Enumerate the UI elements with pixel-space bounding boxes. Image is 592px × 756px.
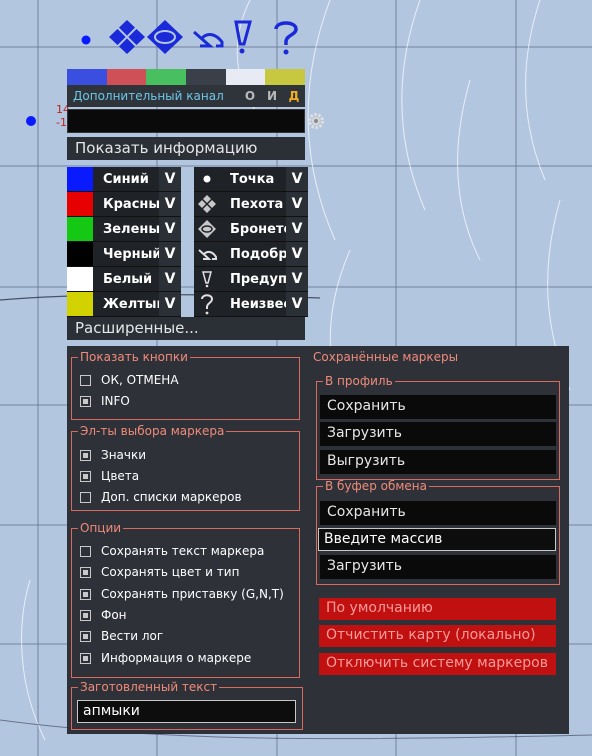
checkbox-colors[interactable]: Цвета: [80, 469, 139, 483]
list-item[interactable]: ЗеленыйV: [67, 217, 181, 242]
color-swatch-yellow[interactable]: [265, 69, 306, 85]
gear-icon[interactable]: [306, 111, 326, 131]
checkbox[interactable]: [80, 588, 91, 600]
checkbox-save-color-type[interactable]: Сохранять цвет и тип: [80, 565, 239, 579]
checkbox[interactable]: [80, 395, 91, 407]
checkbox-extra-lists[interactable]: Доп. списки маркеров: [80, 490, 242, 504]
checkbox[interactable]: [80, 545, 91, 557]
list-item[interactable]: ПодобратьV: [194, 242, 308, 267]
color-swatch-green[interactable]: [146, 69, 187, 85]
channel-button-d[interactable]: Д: [283, 89, 305, 103]
warning-icon: [194, 267, 220, 291]
checkbox[interactable]: [80, 566, 91, 578]
check-mark[interactable]: V: [159, 192, 181, 216]
checkbox-ok-cancel[interactable]: ОК, ОТМЕНА: [80, 373, 179, 387]
list-item[interactable]: Черный V: [67, 242, 181, 267]
list-item[interactable]: НеизвестноV: [194, 292, 308, 317]
advanced-button[interactable]: Расширенные...: [67, 317, 305, 340]
disable-markers-button[interactable]: Отключить систему маркеров: [319, 653, 556, 675]
color-list: СинийV КрасныйV ЗеленыйV ЧерныйV БелыйV …: [67, 167, 181, 317]
clipboard-array-input[interactable]: Введите массив: [318, 528, 556, 551]
checkbox[interactable]: [80, 470, 91, 482]
check-mark[interactable]: V: [159, 242, 181, 266]
marker-type-list: ТочкаV ПехотаV БронетехникаV ПодобратьV …: [194, 167, 308, 317]
checkbox[interactable]: [80, 491, 91, 503]
color-strip[interactable]: [67, 69, 306, 85]
profile-unload-button[interactable]: Выгрузить: [320, 450, 556, 474]
checkbox-background[interactable]: Фон: [80, 608, 127, 622]
list-item[interactable]: Белый V: [67, 267, 181, 292]
list-item[interactable]: КрасныйV: [67, 192, 181, 217]
check-mark[interactable]: V: [159, 217, 181, 241]
checkbox[interactable]: [80, 630, 91, 642]
clipboard-load-button[interactable]: Загрузить: [320, 555, 556, 579]
checkbox[interactable]: [80, 449, 91, 461]
color-swatch: [67, 217, 93, 241]
advanced-panel: Показать кнопки ОК, ОТМЕНА INFO Эл-ты вы…: [67, 346, 569, 734]
unknown-icon: [194, 292, 220, 316]
armor-icon: [194, 217, 220, 241]
channel-button-o[interactable]: О: [239, 89, 261, 103]
armor-icon[interactable]: [145, 18, 185, 56]
color-swatch: [67, 292, 93, 316]
profile-save-button[interactable]: Сохранить: [320, 395, 556, 419]
list-item[interactable]: ЖелтыйV: [67, 292, 181, 317]
profile-load-button[interactable]: Загрузить: [320, 422, 556, 446]
pickup-icon: [194, 242, 220, 266]
checkbox-info[interactable]: INFO: [80, 394, 130, 408]
checkbox-log[interactable]: Вести лог: [80, 629, 163, 643]
check-mark[interactable]: V: [286, 292, 308, 316]
check-mark[interactable]: V: [286, 267, 308, 291]
unknown-icon[interactable]: [268, 18, 304, 56]
checkbox-marker-info[interactable]: Информация о маркере: [80, 651, 251, 665]
check-mark[interactable]: V: [159, 267, 181, 291]
list-item[interactable]: Точка V: [194, 167, 308, 192]
color-swatch: [67, 267, 93, 291]
check-mark[interactable]: V: [286, 242, 308, 266]
list-item[interactable]: Пехота V: [194, 192, 308, 217]
check-mark[interactable]: V: [159, 167, 181, 191]
checkbox[interactable]: [80, 652, 91, 664]
checkbox[interactable]: [80, 609, 91, 621]
checkbox-save-prefix[interactable]: Сохранять приставку (G,N,T): [80, 587, 284, 601]
infantry-icon: [194, 192, 220, 216]
clipboard-save-button[interactable]: Сохранить: [320, 501, 556, 525]
checkbox-save-text[interactable]: Сохранять текст маркера: [80, 544, 264, 558]
warning-icon[interactable]: [228, 18, 258, 56]
check-mark[interactable]: V: [286, 192, 308, 216]
map-marker-dot[interactable]: [26, 116, 36, 126]
check-mark[interactable]: V: [286, 167, 308, 191]
infantry-icon[interactable]: [107, 18, 147, 56]
checkbox-icons[interactable]: Значки: [80, 448, 146, 462]
channel-bar: Дополнительный канал О И Д: [67, 85, 305, 107]
color-swatch-red[interactable]: [106, 69, 147, 85]
clear-map-button[interactable]: Отчистить карту (локально): [319, 625, 556, 647]
channel-button-i[interactable]: И: [261, 89, 283, 103]
color-swatch: [67, 242, 93, 266]
color-swatch: [67, 167, 93, 191]
pickup-icon[interactable]: [186, 18, 226, 56]
dot-icon: [194, 167, 220, 191]
channel-label: Дополнительный канал: [73, 89, 224, 103]
list-item[interactable]: БронетехникаV: [194, 217, 308, 242]
checkbox[interactable]: [80, 374, 91, 386]
list-item[interactable]: ПредупреждениеV: [194, 267, 308, 292]
marker-text-input[interactable]: [67, 109, 305, 133]
color-swatch-black[interactable]: [186, 69, 226, 85]
color-swatch-blue[interactable]: [67, 69, 107, 85]
default-button[interactable]: По умолчанию: [319, 598, 556, 620]
color-swatch-white[interactable]: [225, 69, 266, 85]
color-swatch: [67, 192, 93, 216]
check-mark[interactable]: V: [159, 292, 181, 316]
list-item[interactable]: Синий V: [67, 167, 181, 192]
check-mark[interactable]: V: [286, 217, 308, 241]
preset-text-input[interactable]: апмыки: [77, 700, 296, 723]
map-marker-dot[interactable]: [81, 35, 91, 45]
show-info-button[interactable]: Показать информацию: [67, 137, 305, 160]
